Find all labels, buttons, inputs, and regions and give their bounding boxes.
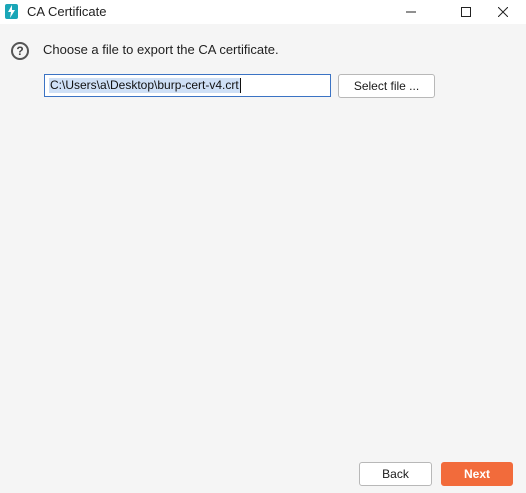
- minimize-button[interactable]: [388, 0, 434, 24]
- title-bar: CA Certificate: [0, 0, 526, 24]
- text-caret: [239, 78, 241, 93]
- select-file-button[interactable]: Select file ...: [338, 74, 435, 98]
- export-prompt: Choose a file to export the CA certifica…: [43, 42, 279, 57]
- file-path-value: C:\Users\a\Desktop\burp-cert-v4.crt: [49, 78, 240, 93]
- minimize-icon: [406, 11, 416, 13]
- close-button[interactable]: [480, 0, 526, 24]
- file-path-input[interactable]: C:\Users\a\Desktop\burp-cert-v4.crt: [44, 74, 331, 97]
- window-title: CA Certificate: [27, 4, 107, 19]
- question-circle-icon: ?: [11, 42, 29, 60]
- burp-app-icon: [5, 4, 18, 19]
- close-icon: [498, 7, 508, 17]
- next-button[interactable]: Next: [441, 462, 513, 486]
- maximize-icon: [461, 7, 471, 17]
- back-button[interactable]: Back: [359, 462, 432, 486]
